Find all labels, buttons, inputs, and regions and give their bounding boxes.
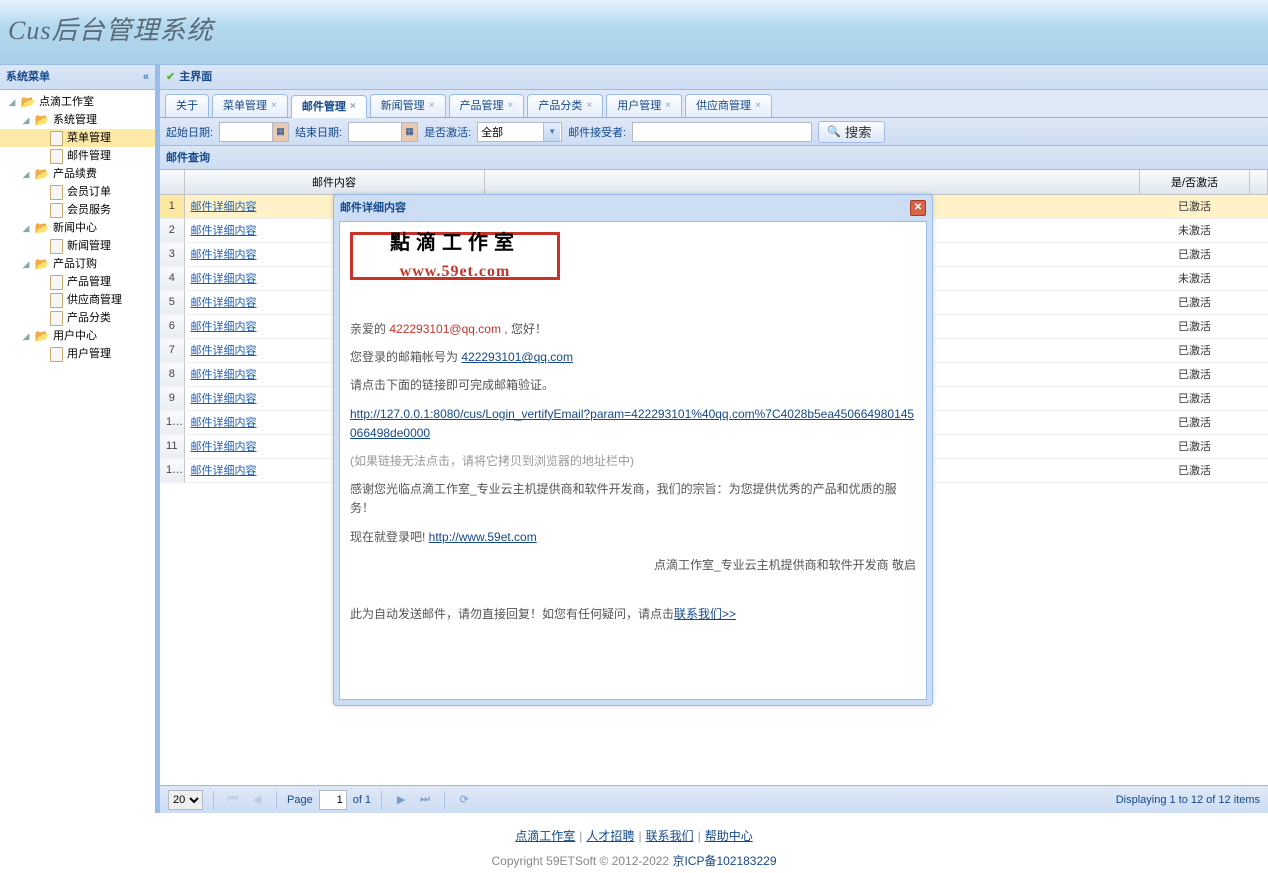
tree-label: 新闻管理 [67, 237, 111, 255]
tree-label: 用户管理 [67, 345, 111, 363]
folder-icon [34, 256, 50, 272]
tree-folder[interactable]: ◢ 产品续费 [0, 165, 155, 183]
tree-label: 菜单管理 [67, 129, 111, 147]
nav-tree: ◢ 点滴工作室 ◢ 系统管理菜单管理邮件管理 ◢ 产品续费会员订单会员服务 ◢ 新闻中心新闻管… [0, 90, 155, 813]
tree-label: 产品管理 [67, 273, 111, 291]
tree-label: 产品订购 [53, 255, 97, 273]
signature-text: 点滴工作室_专业云主机提供商和软件开发商 敬启 [350, 556, 916, 575]
document-icon [48, 310, 64, 326]
expand-icon[interactable]: ◢ [4, 93, 20, 111]
tree-folder[interactable]: ◢ 点滴工作室 [0, 93, 155, 111]
document-icon [48, 130, 64, 146]
tree-leaf[interactable]: 会员服务 [0, 201, 155, 219]
expand-icon[interactable]: ◢ [18, 111, 34, 129]
folder-icon [34, 328, 50, 344]
app-header: Cus后台管理系统 [0, 0, 1268, 65]
sidebar-header: 系统菜单 « [0, 65, 155, 90]
tree-leaf[interactable]: 产品分类 [0, 309, 155, 327]
close-icon[interactable]: ✕ [910, 200, 926, 216]
app-title: Cus后台管理系统 [8, 10, 1268, 47]
tree-folder[interactable]: ◢ 新闻中心 [0, 219, 155, 237]
expand-icon[interactable]: ◢ [18, 327, 34, 345]
sidebar-title: 系统菜单 [6, 65, 50, 90]
expand-icon[interactable]: ◢ [18, 219, 34, 237]
document-icon [48, 184, 64, 200]
thanks-text: 感谢您光临点滴工作室_专业云主机提供商和软件开发商，我们的宗旨：为您提供优秀的产… [350, 480, 916, 518]
tree-label: 新闻中心 [53, 219, 97, 237]
tree-leaf[interactable]: 用户管理 [0, 345, 155, 363]
tree-label: 会员服务 [67, 201, 111, 219]
document-icon [48, 148, 64, 164]
sidebar: 系统菜单 « ◢点滴工作室◢系统管理菜单管理邮件管理◢产品续费会员订单会员服务◢… [0, 65, 160, 813]
folder-icon [34, 220, 50, 236]
tree-label: 系统管理 [53, 111, 97, 129]
tree-leaf[interactable]: 供应商管理 [0, 291, 155, 309]
folder-icon [34, 112, 50, 128]
document-icon [48, 346, 64, 362]
instruction-text: 请点击下面的链接即可完成邮箱验证。 [350, 376, 916, 395]
tree-label: 点滴工作室 [39, 93, 94, 111]
document-icon [48, 202, 64, 218]
tree-leaf[interactable]: 邮件管理 [0, 147, 155, 165]
tree-leaf[interactable]: 菜单管理 [0, 129, 155, 147]
window-title: 邮件详细内容 [340, 195, 406, 221]
tree-leaf[interactable]: 新闻管理 [0, 237, 155, 255]
collapse-left-icon[interactable]: « [143, 65, 149, 90]
logo: 點滴工作室 www.59et.com [350, 232, 560, 280]
tree-leaf[interactable]: 产品管理 [0, 273, 155, 291]
window-header[interactable]: 邮件详细内容 ✕ [334, 195, 932, 221]
contact-link[interactable]: 联系我们>> [674, 607, 736, 621]
greeting-email: 422293101@qq.com [389, 322, 501, 336]
tree-folder[interactable]: ◢ 系统管理 [0, 111, 155, 129]
tree-label: 用户中心 [53, 327, 97, 345]
document-icon [48, 238, 64, 254]
login-email-link[interactable]: 422293101@qq.com [461, 350, 573, 364]
tree-label: 产品分类 [67, 309, 111, 327]
tree-label: 邮件管理 [67, 147, 111, 165]
mail-detail-window: 邮件详细内容 ✕ 點滴工作室 www.59et.com 亲爱的 42229310… [333, 194, 933, 706]
fallback-note: (如果链接无法点击，请将它拷贝到浏览器的地址栏中) [350, 452, 916, 471]
folder-icon [34, 166, 50, 182]
tree-label: 会员订单 [67, 183, 111, 201]
tree-label: 供应商管理 [67, 291, 122, 309]
verify-link[interactable]: http://127.0.0.1:8080/cus/Login_vertifyE… [350, 407, 914, 440]
document-icon [48, 274, 64, 290]
folder-icon [20, 94, 36, 110]
tree-leaf[interactable]: 会员订单 [0, 183, 155, 201]
document-icon [48, 292, 64, 308]
site-link[interactable]: http://www.59et.com [429, 530, 537, 544]
tree-folder[interactable]: ◢ 产品订购 [0, 255, 155, 273]
expand-icon[interactable]: ◢ [18, 165, 34, 183]
tree-folder[interactable]: ◢ 用户中心 [0, 327, 155, 345]
tree-label: 产品续费 [53, 165, 97, 183]
window-body: 點滴工作室 www.59et.com 亲爱的 422293101@qq.com … [339, 221, 927, 700]
expand-icon[interactable]: ◢ [18, 255, 34, 273]
